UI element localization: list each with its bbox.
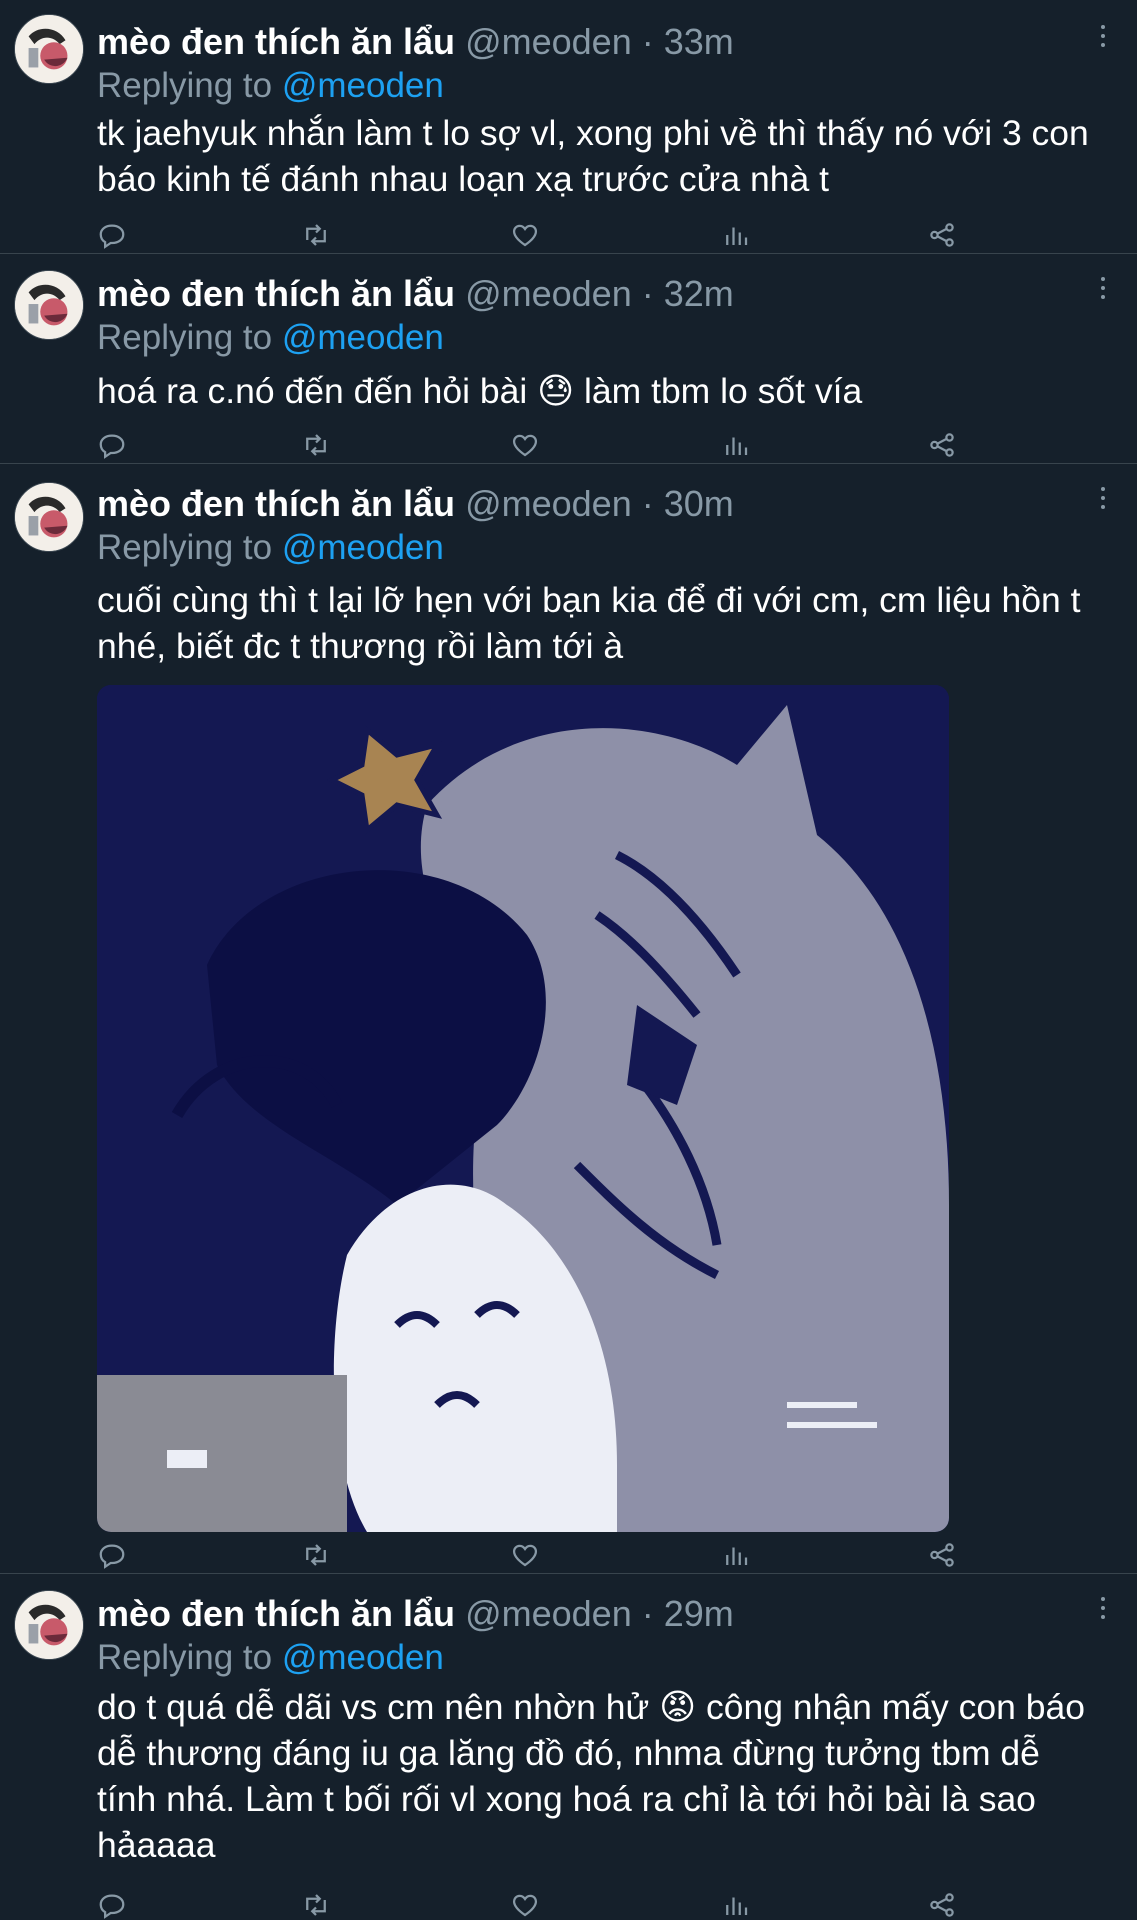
user-handle[interactable]: @meoden bbox=[465, 21, 632, 62]
user-handle[interactable]: @meoden bbox=[465, 483, 632, 524]
replying-to: Replying to @meoden bbox=[97, 63, 444, 109]
more-options-icon[interactable] bbox=[1093, 1592, 1113, 1632]
tweet[interactable]: mèo đen thích ăn lẩu @meoden · 29m Reply… bbox=[0, 1574, 1137, 1920]
retweet-icon[interactable] bbox=[301, 1890, 331, 1920]
tweet-text: do t quá dễ dãi vs cm nên nhờn hử 😡 công… bbox=[97, 1687, 1085, 1865]
more-options-icon[interactable] bbox=[1093, 482, 1113, 522]
display-name[interactable]: mèo đen thích ăn lẩu bbox=[97, 483, 455, 524]
like-icon[interactable] bbox=[510, 430, 540, 460]
like-icon[interactable] bbox=[510, 1890, 540, 1920]
timestamp[interactable]: 30m bbox=[664, 483, 734, 524]
tweet-actions bbox=[97, 1540, 977, 1574]
display-name[interactable]: mèo đen thích ăn lẩu bbox=[97, 1593, 455, 1634]
replying-to-mention[interactable]: @meoden bbox=[282, 1638, 444, 1677]
share-icon[interactable] bbox=[927, 220, 957, 250]
separator-dot: · bbox=[641, 1593, 654, 1634]
tweet-image[interactable] bbox=[97, 685, 949, 1532]
tweet-text: hoá ra c.nó đến đến hỏi bài 😓 làm tbm lo… bbox=[97, 371, 863, 411]
replying-to-label: Replying to bbox=[97, 1638, 273, 1677]
replying-to: Replying to @meoden bbox=[97, 1635, 444, 1681]
tweet-header: mèo đen thích ăn lẩu @meoden · 29m bbox=[97, 1590, 734, 1638]
share-icon[interactable] bbox=[927, 1540, 957, 1570]
reply-icon[interactable] bbox=[97, 1540, 127, 1570]
analytics-icon[interactable] bbox=[721, 1890, 751, 1920]
replying-to-mention[interactable]: @meoden bbox=[282, 528, 444, 567]
avatar[interactable] bbox=[14, 482, 84, 552]
user-handle[interactable]: @meoden bbox=[465, 273, 632, 314]
tweet-header: mèo đen thích ăn lẩu @meoden · 32m bbox=[97, 270, 734, 318]
replying-to-label: Replying to bbox=[97, 66, 273, 105]
more-options-icon[interactable] bbox=[1093, 272, 1113, 312]
replying-to-label: Replying to bbox=[97, 528, 273, 567]
replying-to-mention[interactable]: @meoden bbox=[282, 318, 444, 357]
avatar[interactable] bbox=[14, 14, 84, 84]
display-name[interactable]: mèo đen thích ăn lẩu bbox=[97, 21, 455, 62]
timestamp[interactable]: 33m bbox=[664, 21, 734, 62]
replying-to-mention[interactable]: @meoden bbox=[282, 66, 444, 105]
display-name[interactable]: mèo đen thích ăn lẩu bbox=[97, 273, 455, 314]
analytics-icon[interactable] bbox=[721, 430, 751, 460]
share-icon[interactable] bbox=[927, 430, 957, 460]
reply-icon[interactable] bbox=[97, 1890, 127, 1920]
avatar[interactable] bbox=[14, 270, 84, 340]
retweet-icon[interactable] bbox=[301, 1540, 331, 1570]
tweet[interactable]: mèo đen thích ăn lẩu @meoden · 32m Reply… bbox=[0, 254, 1137, 464]
separator-dot: · bbox=[641, 483, 654, 524]
timestamp[interactable]: 29m bbox=[664, 1593, 734, 1634]
share-icon[interactable] bbox=[927, 1890, 957, 1920]
separator-dot: · bbox=[641, 273, 654, 314]
tweet[interactable]: mèo đen thích ăn lẩu @meoden · 30m Reply… bbox=[0, 464, 1137, 1574]
analytics-icon[interactable] bbox=[721, 220, 751, 250]
user-handle[interactable]: @meoden bbox=[465, 1593, 632, 1634]
replying-to: Replying to @meoden bbox=[97, 315, 444, 361]
more-options-icon[interactable] bbox=[1093, 20, 1113, 60]
reply-icon[interactable] bbox=[97, 430, 127, 460]
timestamp[interactable]: 32m bbox=[664, 273, 734, 314]
separator-dot: · bbox=[641, 21, 654, 62]
replying-to-label: Replying to bbox=[97, 318, 273, 357]
avatar[interactable] bbox=[14, 1590, 84, 1660]
tweet-text: cuối cùng thì t lại lỡ hẹn với bạn kia đ… bbox=[97, 580, 1081, 666]
tweet-header: mèo đen thích ăn lẩu @meoden · 30m bbox=[97, 480, 734, 528]
retweet-icon[interactable] bbox=[301, 220, 331, 250]
tweet-text: tk jaehyuk nhắn làm t lo sợ vl, xong phi… bbox=[97, 113, 1089, 199]
retweet-icon[interactable] bbox=[301, 430, 331, 460]
tweet-actions bbox=[97, 1890, 977, 1920]
tweet[interactable]: mèo đen thích ăn lẩu @meoden · 33m Reply… bbox=[0, 0, 1137, 254]
like-icon[interactable] bbox=[510, 1540, 540, 1570]
analytics-icon[interactable] bbox=[721, 1540, 751, 1570]
replying-to: Replying to @meoden bbox=[97, 525, 444, 571]
tweet-actions bbox=[97, 220, 977, 254]
reply-icon[interactable] bbox=[97, 220, 127, 250]
tweet-header: mèo đen thích ăn lẩu @meoden · 33m bbox=[97, 18, 734, 66]
tweet-actions bbox=[97, 430, 977, 464]
like-icon[interactable] bbox=[510, 220, 540, 250]
